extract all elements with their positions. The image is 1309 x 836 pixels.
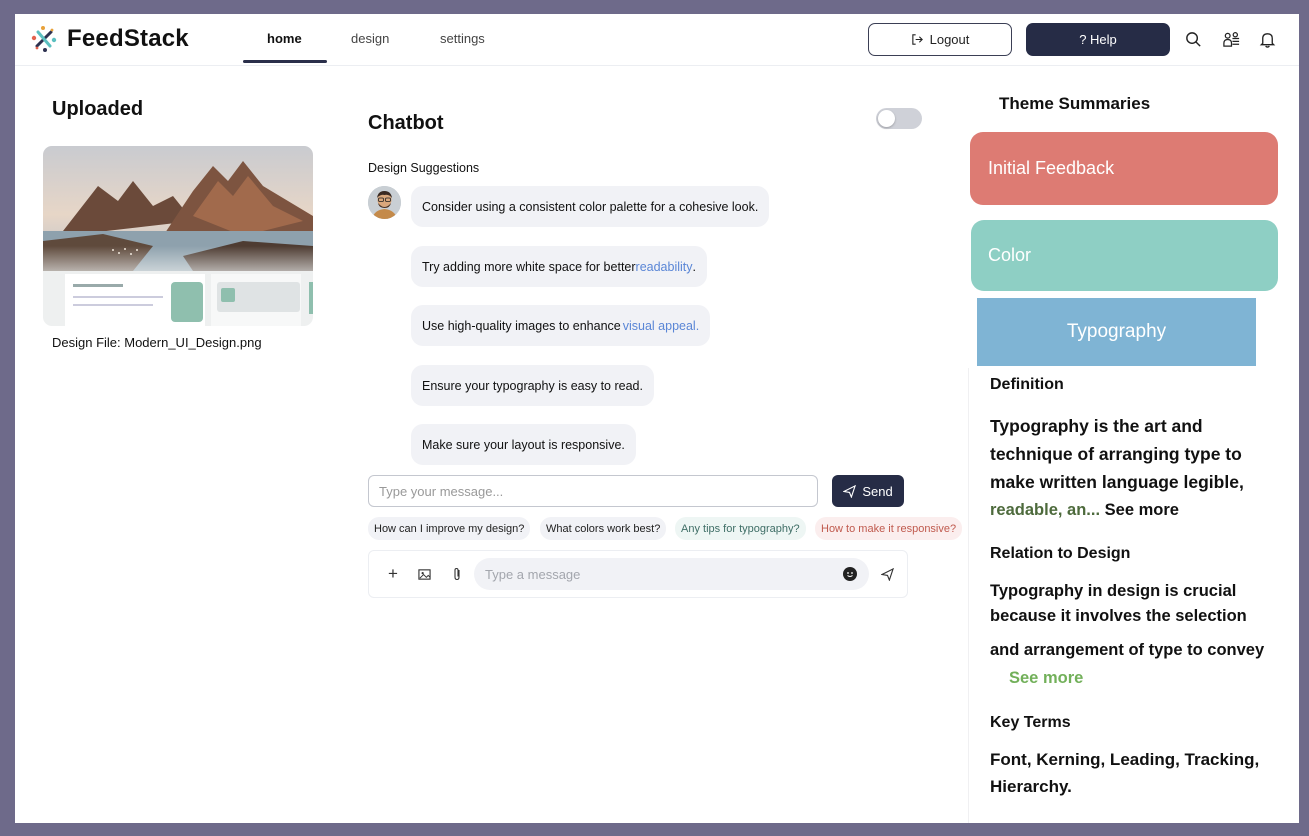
tab-settings[interactable]: settings [440, 31, 485, 46]
message-input[interactable]: Type your message... [368, 475, 818, 507]
suggestion-message-2: Try adding more white space for better re… [411, 246, 707, 287]
help-label: ? Help [1079, 32, 1117, 47]
composer-placeholder: Type a message [485, 566, 581, 582]
attachment-icon[interactable] [448, 565, 466, 583]
message-composer: + Type a message [368, 550, 908, 598]
feedstack-logo-icon [31, 26, 57, 52]
quick-reply-colors[interactable]: What colors work best? [540, 517, 667, 540]
highlighted-term[interactable]: readability [636, 260, 693, 274]
plus-icon[interactable]: + [384, 564, 402, 583]
active-tab-indicator [243, 60, 327, 63]
bell-icon[interactable] [1257, 29, 1277, 49]
message-input-placeholder: Type your message... [379, 483, 504, 499]
message-text: Consider using a consistent color palett… [422, 199, 759, 214]
definition-truncated: readable, an... [990, 501, 1101, 519]
logout-icon [911, 34, 923, 45]
suggestion-message-5: Make sure your layout is responsive. [411, 424, 636, 465]
brand-name: FeedStack [67, 25, 189, 52]
highlighted-term[interactable]: visual appeal. [623, 319, 699, 333]
definition-line: make written language legible, [990, 472, 1244, 492]
help-button[interactable]: ? Help [1026, 23, 1170, 56]
relation-line: because it involves the selection [990, 607, 1247, 625]
composer-send-icon[interactable] [878, 565, 896, 583]
design-suggestions-label: Design Suggestions [368, 161, 480, 175]
chatbot-title: Chatbot [368, 112, 444, 134]
relation-line: and arrangement of type to convey [990, 641, 1265, 659]
definition-text: Typography is the art and technique of a… [990, 412, 1290, 524]
message-tail: . [692, 259, 696, 274]
send-button[interactable]: Send [832, 475, 904, 507]
toggle-knob [878, 110, 895, 127]
key-terms-line: Hierarchy. [990, 777, 1072, 796]
key-terms-heading: Key Terms [990, 714, 1071, 731]
users-icon[interactable] [1221, 29, 1241, 49]
definition-heading: Definition [990, 376, 1064, 393]
quick-reply-label: How to make it responsive? [821, 522, 957, 535]
quick-reply-typography[interactable]: Any tips for typography? [675, 517, 806, 540]
tab-design[interactable]: design [351, 31, 389, 46]
app-frame: FeedStack home design settings Logout ? … [15, 14, 1299, 823]
relation-line: Typography in design is crucial [990, 582, 1237, 600]
tab-home[interactable]: home [267, 31, 302, 46]
theme-summaries-title: Theme Summaries [999, 94, 1151, 113]
assistant-avatar [368, 186, 401, 219]
theme-card-label: Initial Feedback [988, 158, 1115, 178]
theme-card-initial-feedback[interactable]: Initial Feedback [970, 132, 1278, 205]
top-nav: FeedStack home design settings Logout ? … [15, 14, 1299, 66]
quick-reply-responsive[interactable]: How to make it responsive? [815, 517, 963, 540]
quick-reply-label: What colors work best? [546, 522, 661, 535]
suggestion-message-1: Consider using a consistent color palett… [411, 186, 770, 227]
logout-label: Logout [929, 32, 970, 47]
suggestion-message-4: Ensure your typography is easy to read. [411, 365, 654, 406]
design-file-label: Design File: Modern_UI_Design.png [52, 335, 262, 350]
theme-card-color[interactable]: Color [971, 220, 1278, 291]
quick-reply-improve[interactable]: How can I improve my design? [368, 517, 531, 540]
key-terms-line: Font, Kerning, Leading, Tracking, [990, 750, 1260, 769]
message-text: Use high-quality images to enhance [422, 318, 621, 333]
composer-input[interactable]: Type a message [474, 558, 869, 590]
see-more-definition-link[interactable]: See more [1105, 501, 1179, 519]
definition-line: Typography is the art and [990, 416, 1203, 436]
brand[interactable]: FeedStack [29, 24, 189, 54]
design-preview-image[interactable] [43, 146, 313, 326]
message-text: Make sure your layout is responsive. [422, 437, 625, 452]
relation-heading: Relation to Design [990, 545, 1131, 562]
send-label: Send [862, 483, 893, 499]
send-icon [843, 484, 857, 498]
see-more-relation-link[interactable]: See more [1009, 669, 1083, 688]
quick-reply-label: Any tips for typography? [681, 522, 800, 535]
definition-line: technique of arranging type to [990, 444, 1242, 464]
message-text: Try adding more white space for better [422, 259, 636, 274]
image-icon[interactable] [415, 565, 433, 583]
chatbot-toggle[interactable] [876, 108, 922, 129]
quick-reply-label: How can I improve my design? [374, 522, 525, 535]
logout-button[interactable]: Logout [868, 23, 1012, 56]
suggestion-message-3: Use high-quality images to enhance visual… [411, 305, 711, 346]
emoji-icon[interactable] [843, 567, 857, 581]
uploaded-title: Uploaded [52, 98, 144, 120]
theme-card-label: Typography [1066, 321, 1167, 342]
message-text: Ensure your typography is easy to read. [422, 378, 643, 393]
theme-card-typography[interactable]: Typography [977, 298, 1256, 366]
theme-card-label: Color [988, 245, 1032, 265]
search-icon[interactable] [1183, 29, 1203, 49]
